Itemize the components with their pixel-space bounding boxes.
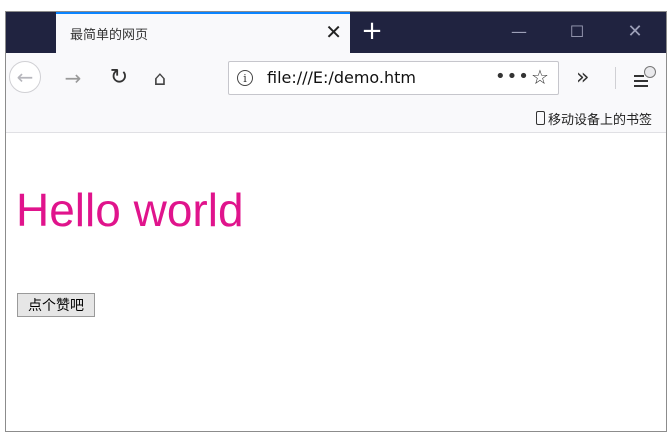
- title-bar: 最简单的网页 ✕ + — ☐ ✕: [6, 12, 666, 53]
- address-bar[interactable]: i file:///E:/demo.htm ••• ☆: [228, 61, 559, 95]
- tab-close-icon[interactable]: ✕: [325, 20, 342, 44]
- menu-bar-icon: [634, 85, 648, 87]
- overflow-chevron-icon[interactable]: »: [576, 61, 589, 95]
- page-heading: Hello world: [16, 184, 244, 236]
- back-button[interactable]: ←: [9, 61, 41, 93]
- toolbar-divider: [615, 67, 616, 89]
- tab-title: 最简单的网页: [70, 28, 149, 43]
- bookmark-star-icon[interactable]: ☆: [531, 65, 549, 89]
- phone-icon: [535, 111, 545, 125]
- menu-bar-icon: [634, 80, 648, 82]
- mobile-bookmarks-link[interactable]: 移动设备上的书签: [535, 109, 652, 128]
- page-actions-icon[interactable]: •••: [495, 66, 530, 87]
- menu-bar-icon: [634, 75, 644, 77]
- browser-window: 最简单的网页 ✕ + — ☐ ✕ ← → ↻ ⌂ i file:///E:/de…: [5, 11, 667, 432]
- active-tab[interactable]: 最简单的网页 ✕: [56, 12, 350, 53]
- url-text[interactable]: file:///E:/demo.htm: [267, 68, 416, 87]
- mobile-bookmarks-label: 移动设备上的书签: [547, 113, 652, 128]
- forward-button[interactable]: →: [56, 61, 90, 95]
- site-info-icon[interactable]: i: [237, 70, 253, 86]
- new-tab-button[interactable]: +: [358, 16, 386, 46]
- home-button[interactable]: ⌂: [143, 61, 177, 95]
- bookmarks-bar: 移动设备上的书签: [6, 103, 666, 133]
- minimize-button[interactable]: —: [490, 12, 548, 53]
- hamburger-menu-button[interactable]: [626, 61, 660, 95]
- reload-button[interactable]: ↻: [102, 61, 136, 95]
- maximize-button[interactable]: ☐: [548, 12, 606, 53]
- update-badge-icon: [644, 66, 656, 78]
- window-close-button[interactable]: ✕: [606, 12, 664, 53]
- page-content: Hello world 点个赞吧: [6, 133, 666, 431]
- like-button[interactable]: 点个赞吧: [17, 293, 95, 317]
- navigation-toolbar: ← → ↻ ⌂ i file:///E:/demo.htm ••• ☆ »: [6, 53, 666, 103]
